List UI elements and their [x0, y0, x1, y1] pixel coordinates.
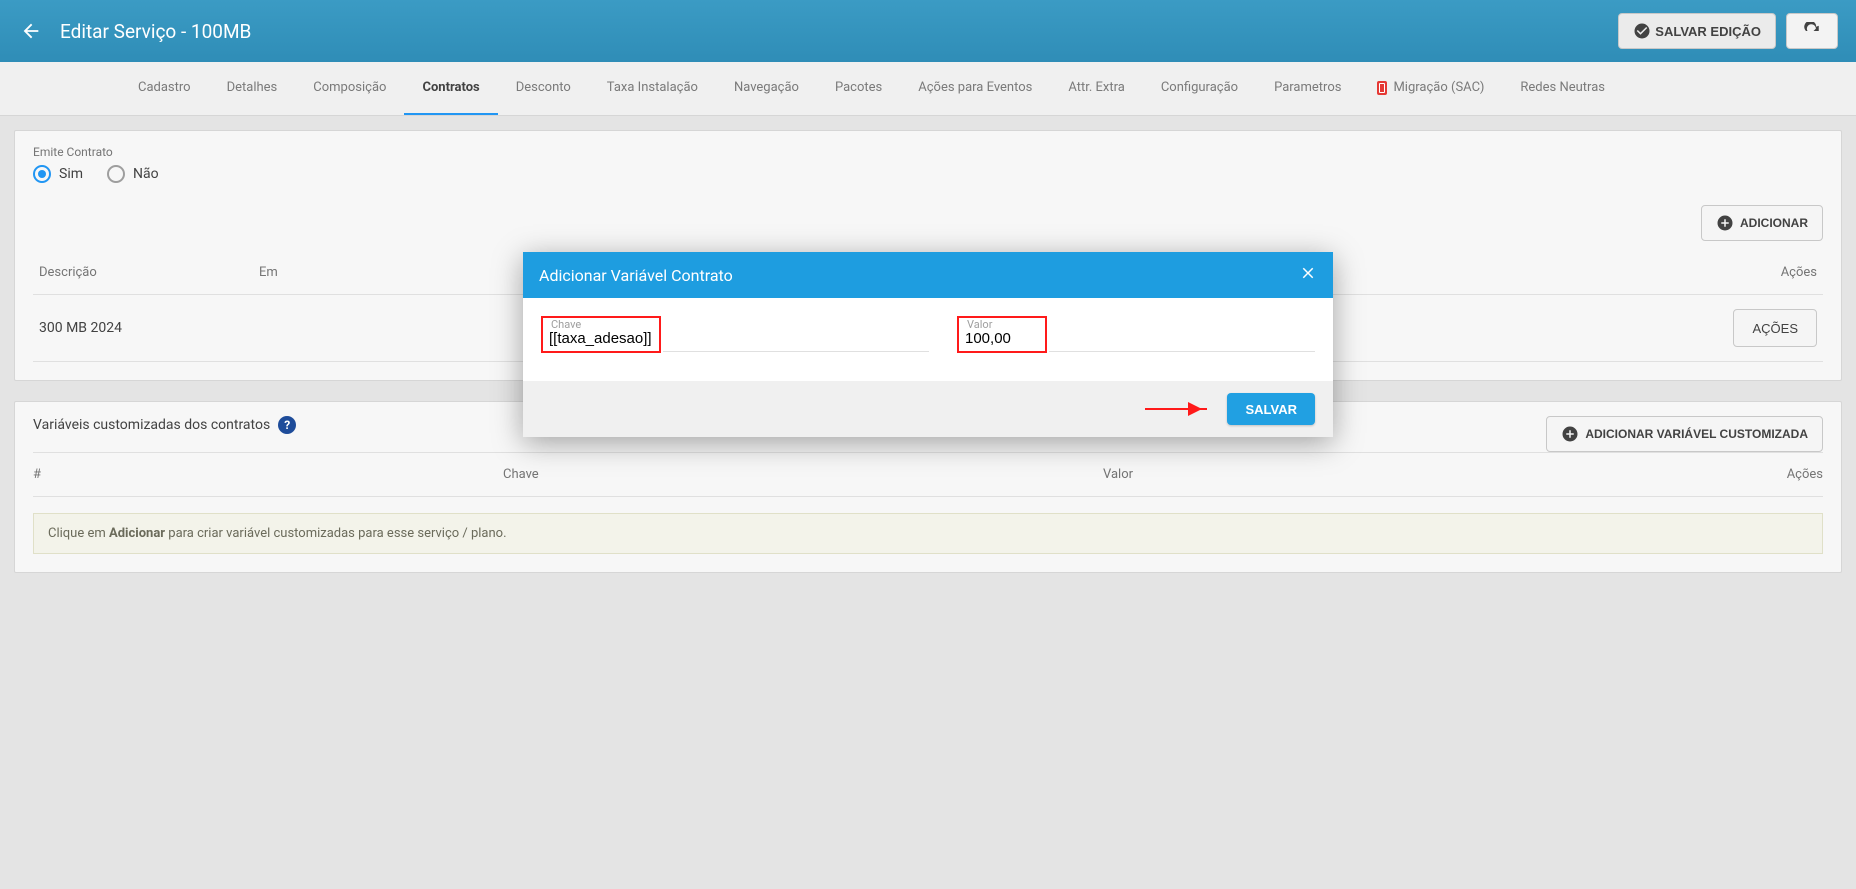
col-chave: Chave [503, 467, 1103, 482]
page-title: Editar Serviço - 100MB [60, 20, 251, 43]
vars-title: Variáveis customizadas dos contratos [33, 417, 270, 433]
refresh-icon [1803, 22, 1821, 40]
modal-close-button[interactable] [1299, 264, 1317, 286]
arrow-left-icon [20, 20, 42, 42]
tab-migracao-sac[interactable]: Migração (SAC) [1359, 62, 1502, 115]
tab-desconto[interactable]: Desconto [498, 62, 589, 115]
adicionar-button[interactable]: ADICIONAR [1701, 205, 1823, 241]
tab-attr-extra[interactable]: Attr. Extra [1050, 62, 1142, 115]
tab-acoes-eventos[interactable]: Ações para Eventos [900, 62, 1050, 115]
empty-strong: Adicionar [109, 526, 165, 541]
help-icon[interactable]: ? [278, 416, 296, 434]
col-acoes: Ações [1781, 265, 1817, 280]
refresh-button[interactable] [1786, 13, 1838, 49]
save-edit-button[interactable]: SALVAR EDIÇÃO [1618, 13, 1776, 49]
adicionar-variavel-button[interactable]: ADICIONAR VARIÁVEL CUSTOMIZADA [1546, 416, 1823, 452]
tab-pacotes[interactable]: Pacotes [817, 62, 900, 115]
check-circle-icon [1633, 22, 1651, 40]
close-icon [1299, 264, 1317, 282]
valor-label: Valor [965, 318, 994, 331]
tab-taxa-instalacao[interactable]: Taxa Instalação [589, 62, 716, 115]
modal-title: Adicionar Variável Contrato [539, 266, 733, 285]
col-em: Em [259, 265, 278, 280]
modal-footer: SALVAR [523, 381, 1333, 437]
radio-nao[interactable]: Não [107, 165, 159, 183]
plus-circle-icon [1561, 425, 1579, 443]
radio-dot-icon [33, 165, 51, 183]
save-edit-label: SALVAR EDIÇÃO [1655, 24, 1761, 39]
radio-dot-icon [107, 165, 125, 183]
tab-detalhes[interactable]: Detalhes [209, 62, 296, 115]
col-hash: # [33, 467, 503, 482]
empty-state: Clique em Adicionar para criar variável … [33, 513, 1823, 554]
tab-redes-neutras[interactable]: Redes Neutras [1502, 62, 1623, 115]
radio-nao-label: Não [133, 166, 159, 182]
col-acoes: Ações [1787, 467, 1823, 482]
row-acoes-button[interactable]: AÇÕES [1733, 309, 1817, 347]
row-descricao: 300 MB 2024 [39, 320, 259, 336]
tab-navegacao[interactable]: Navegação [716, 62, 817, 115]
annotation-arrow-icon [1145, 408, 1207, 410]
plus-circle-icon [1716, 214, 1734, 232]
col-valor: Valor [1103, 467, 1703, 482]
tab-cadastro[interactable]: Cadastro [120, 62, 209, 115]
salvar-button[interactable]: SALVAR [1227, 393, 1315, 425]
empty-post: para criar variável customizadas para es… [165, 526, 506, 541]
vars-table-head: # Chave Valor Ações [33, 452, 1823, 497]
tab-parametros[interactable]: Parametros [1256, 62, 1359, 115]
col-descricao: Descrição [39, 265, 259, 280]
adicionar-variavel-label: ADICIONAR VARIÁVEL CUSTOMIZADA [1585, 427, 1808, 441]
app-header: Editar Serviço - 100MB SALVAR EDIÇÃO [0, 0, 1856, 62]
tab-composicao[interactable]: Composição [295, 62, 404, 115]
modal-adicionar-variavel: Adicionar Variável Contrato Chave Valor … [523, 252, 1333, 437]
radio-sim-label: Sim [59, 166, 83, 182]
tab-contratos[interactable]: Contratos [404, 62, 497, 115]
phone-icon [1377, 81, 1387, 95]
tabs-bar: Cadastro Detalhes Composição Contratos D… [0, 62, 1856, 116]
modal-header: Adicionar Variável Contrato [523, 252, 1333, 298]
adicionar-label: ADICIONAR [1740, 216, 1808, 230]
emite-contrato-label: Emite Contrato [33, 145, 1823, 159]
tab-configuracao[interactable]: Configuração [1143, 62, 1256, 115]
radio-sim[interactable]: Sim [33, 165, 83, 183]
back-button[interactable] [18, 18, 44, 44]
chave-label: Chave [549, 318, 583, 331]
empty-pre: Clique em [48, 526, 109, 541]
